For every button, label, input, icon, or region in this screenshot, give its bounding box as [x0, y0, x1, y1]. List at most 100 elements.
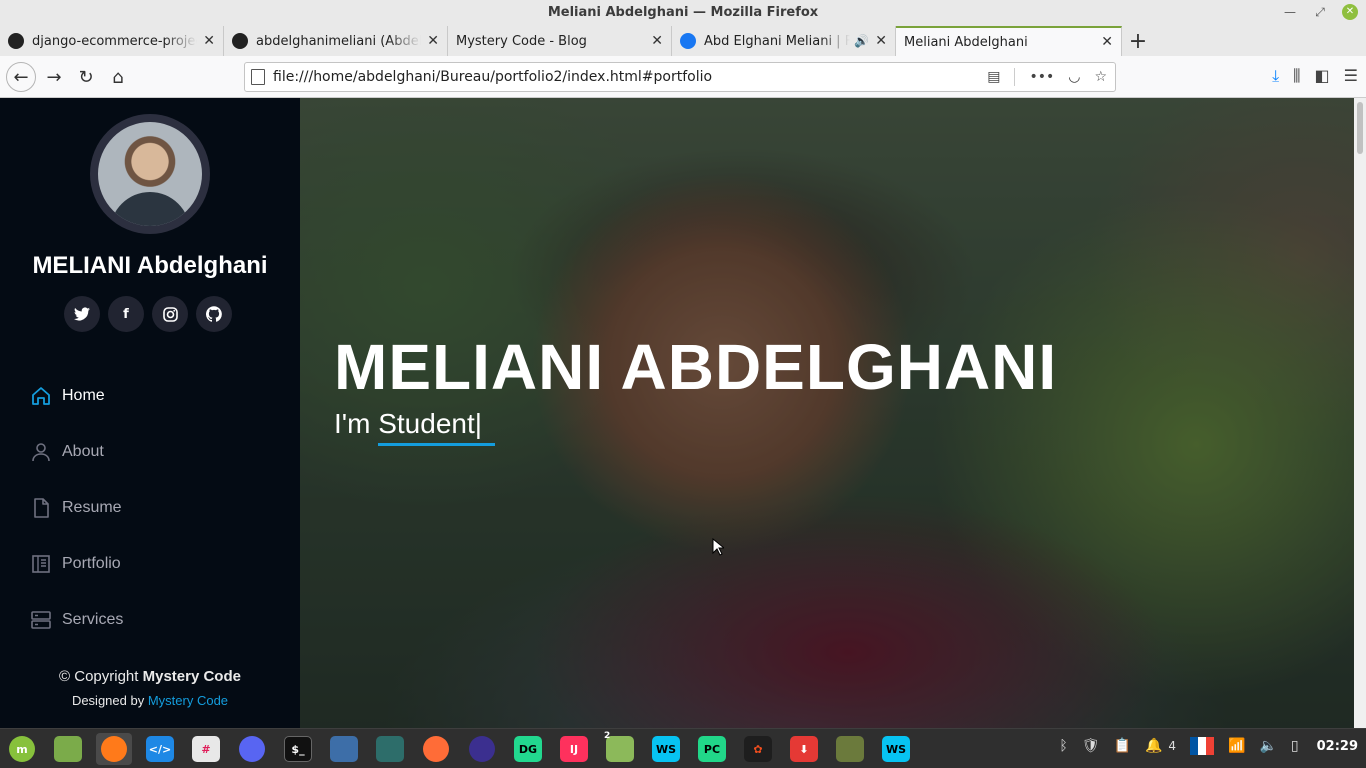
facebook-icon[interactable]: f	[108, 296, 144, 332]
tab-mystery-code-blog[interactable]: Mystery Code - Blog ✕	[448, 26, 672, 56]
discord-icon[interactable]	[234, 733, 270, 765]
file-icon	[30, 497, 52, 519]
typed-text: I'm Student|	[334, 408, 483, 439]
reload-button[interactable]: ↻	[74, 65, 98, 89]
sidebar-item-resume[interactable]: Resume	[30, 480, 123, 536]
tab-close-icon[interactable]: ✕	[427, 33, 439, 49]
github-icon	[8, 33, 24, 49]
keyboard-layout-flag-icon[interactable]	[1190, 737, 1215, 755]
window-title-bar: Meliani Abdelghani — Mozilla Firefox — ⤢…	[0, 0, 1366, 26]
tab-close-icon[interactable]: ✕	[875, 33, 887, 49]
hamburger-menu-icon[interactable]: ☰	[1344, 66, 1358, 86]
tab-close-icon[interactable]: ✕	[1101, 34, 1113, 50]
new-tab-button[interactable]: +	[1122, 26, 1154, 56]
maximize-button[interactable]: ⤢	[1312, 5, 1328, 20]
downloader-icon[interactable]: ⬇	[786, 733, 822, 765]
tab-close-icon[interactable]: ✕	[651, 33, 663, 49]
more-actions-icon[interactable]: •••	[1029, 69, 1054, 85]
postman-icon[interactable]	[418, 733, 454, 765]
sidebar-item-about[interactable]: About	[30, 424, 123, 480]
sidebar-item-label: Home	[62, 387, 105, 404]
instagram-icon[interactable]	[152, 296, 188, 332]
tab-label: Meliani Abdelghani	[904, 34, 1028, 50]
minimize-button[interactable]: —	[1282, 5, 1298, 19]
notification-bell-icon[interactable]: 🔔	[1145, 738, 1162, 754]
bluetooth-icon[interactable]: ᛒ	[1059, 738, 1067, 754]
tab-github-profile[interactable]: abdelghanimeliani (Abdelgh ✕	[224, 26, 448, 56]
server-icon	[30, 609, 52, 631]
sidebar-toggle-icon[interactable]: ◧	[1315, 66, 1330, 86]
mint-menu-icon[interactable]: m	[4, 733, 40, 765]
sidebar-item-services[interactable]: Services	[30, 592, 123, 648]
slack-icon[interactable]: #	[188, 733, 224, 765]
user-icon	[30, 441, 52, 463]
tab-label: django-ecommerce-project:	[32, 33, 198, 49]
copyright-text: © Copyright Mystery Code	[0, 668, 300, 685]
page-viewport: MELIANI Abdelghani f Home About Resume P…	[0, 98, 1366, 728]
typed-underline	[378, 443, 495, 446]
firefox-icon[interactable]	[96, 733, 132, 765]
folder-icon[interactable]: 2	[602, 731, 638, 765]
window-title: Meliani Abdelghani — Mozilla Firefox	[547, 5, 819, 20]
android-studio-icon[interactable]	[372, 733, 408, 765]
book-icon	[30, 553, 52, 575]
scrollbar-thumb[interactable]	[1357, 102, 1363, 154]
designer-link[interactable]: Mystery Code	[148, 693, 228, 708]
camera-icon[interactable]	[326, 733, 362, 765]
webstorm-icon-2[interactable]: WS	[878, 733, 914, 765]
social-links: f	[64, 296, 232, 332]
tab-strip: django-ecommerce-project: ✕ abdelghanime…	[0, 26, 1366, 56]
webstorm-icon[interactable]: WS	[648, 733, 684, 765]
page-scrollbar[interactable]	[1354, 98, 1366, 728]
address-bar[interactable]: file:///home/abdelghani/Bureau/portfolio…	[244, 62, 1116, 92]
page-icon	[251, 69, 265, 85]
taskbar-apps: m </> # $_ DG IJ 2 WS PC ✿ ⬇ WS	[4, 731, 914, 765]
eclipse-icon[interactable]	[464, 733, 500, 765]
pycharm-icon[interactable]: PC	[694, 733, 730, 765]
tab-django-ecommerce[interactable]: django-ecommerce-project: ✕	[0, 26, 224, 56]
clipboard-icon[interactable]: 📋	[1114, 738, 1131, 754]
github-icon[interactable]	[196, 296, 232, 332]
wifi-icon[interactable]: 📶	[1228, 738, 1245, 754]
url-text[interactable]: file:///home/abdelghani/Bureau/portfolio…	[273, 69, 712, 85]
back-button[interactable]: ←	[6, 62, 36, 92]
terminal-icon[interactable]: $_	[280, 733, 316, 765]
vscode-icon[interactable]: </>	[142, 733, 178, 765]
sidebar-item-label: About	[62, 443, 104, 460]
sidebar-item-home[interactable]: Home	[30, 368, 123, 424]
tab-close-icon[interactable]: ✕	[203, 33, 215, 49]
close-window-button[interactable]: ✕	[1342, 4, 1358, 20]
reader-view-icon[interactable]: ▤	[987, 69, 1000, 85]
tab-label: Abd Elghani Meliani | Fac	[704, 33, 851, 49]
window-controls: — ⤢ ✕	[1282, 4, 1358, 20]
download-icon[interactable]: ⤓	[1272, 66, 1279, 86]
profile-photo-frame	[90, 114, 210, 234]
speaker-icon[interactable]: 🔊	[854, 34, 869, 48]
facebook-icon	[680, 33, 696, 49]
clock[interactable]: 02:29	[1317, 739, 1358, 754]
volume-icon[interactable]: 🔈	[1259, 738, 1276, 754]
forward-button[interactable]: →	[42, 65, 66, 89]
library-icon[interactable]: ⫼	[1293, 66, 1300, 86]
datagrip-icon[interactable]: DG	[510, 733, 546, 765]
designed-by-text: Designed by Mystery Code	[0, 693, 300, 708]
files-icon[interactable]	[50, 733, 86, 765]
system-tray: ᛒ 🛡 📋 🔔 4 📶 🔈 ▯ 02:29	[1059, 737, 1358, 755]
sidebar-footer: © Copyright Mystery Code Designed by Mys…	[0, 668, 300, 708]
tab-facebook[interactable]: Abd Elghani Meliani | Fac 🔊 ✕	[672, 26, 896, 56]
pocket-icon[interactable]: ◡	[1068, 69, 1080, 85]
navigation-toolbar: ← → ↻ ⌂ file:///home/abdelghani/Bureau/p…	[0, 56, 1366, 98]
hardware-icon[interactable]	[832, 733, 868, 765]
bookmark-star-icon[interactable]: ☆	[1094, 69, 1107, 85]
intellij-icon[interactable]: IJ	[556, 733, 592, 765]
figma-icon[interactable]: ✿	[740, 733, 776, 765]
toolbar-right: ⤓ ⫼ ◧ ☰	[1272, 66, 1358, 86]
twitter-icon[interactable]	[64, 296, 100, 332]
shield-icon[interactable]: 🛡	[1082, 738, 1100, 754]
hero-section: MELIANI ABDELGHANI I'm Student|	[300, 98, 1354, 728]
battery-icon[interactable]: ▯	[1291, 738, 1299, 754]
home-button[interactable]: ⌂	[106, 65, 130, 89]
hero-subtitle: I'm Student|	[334, 408, 495, 446]
tab-meliani-abdelghani[interactable]: Meliani Abdelghani ✕	[896, 26, 1122, 56]
sidebar-item-portfolio[interactable]: Portfolio	[30, 536, 123, 592]
